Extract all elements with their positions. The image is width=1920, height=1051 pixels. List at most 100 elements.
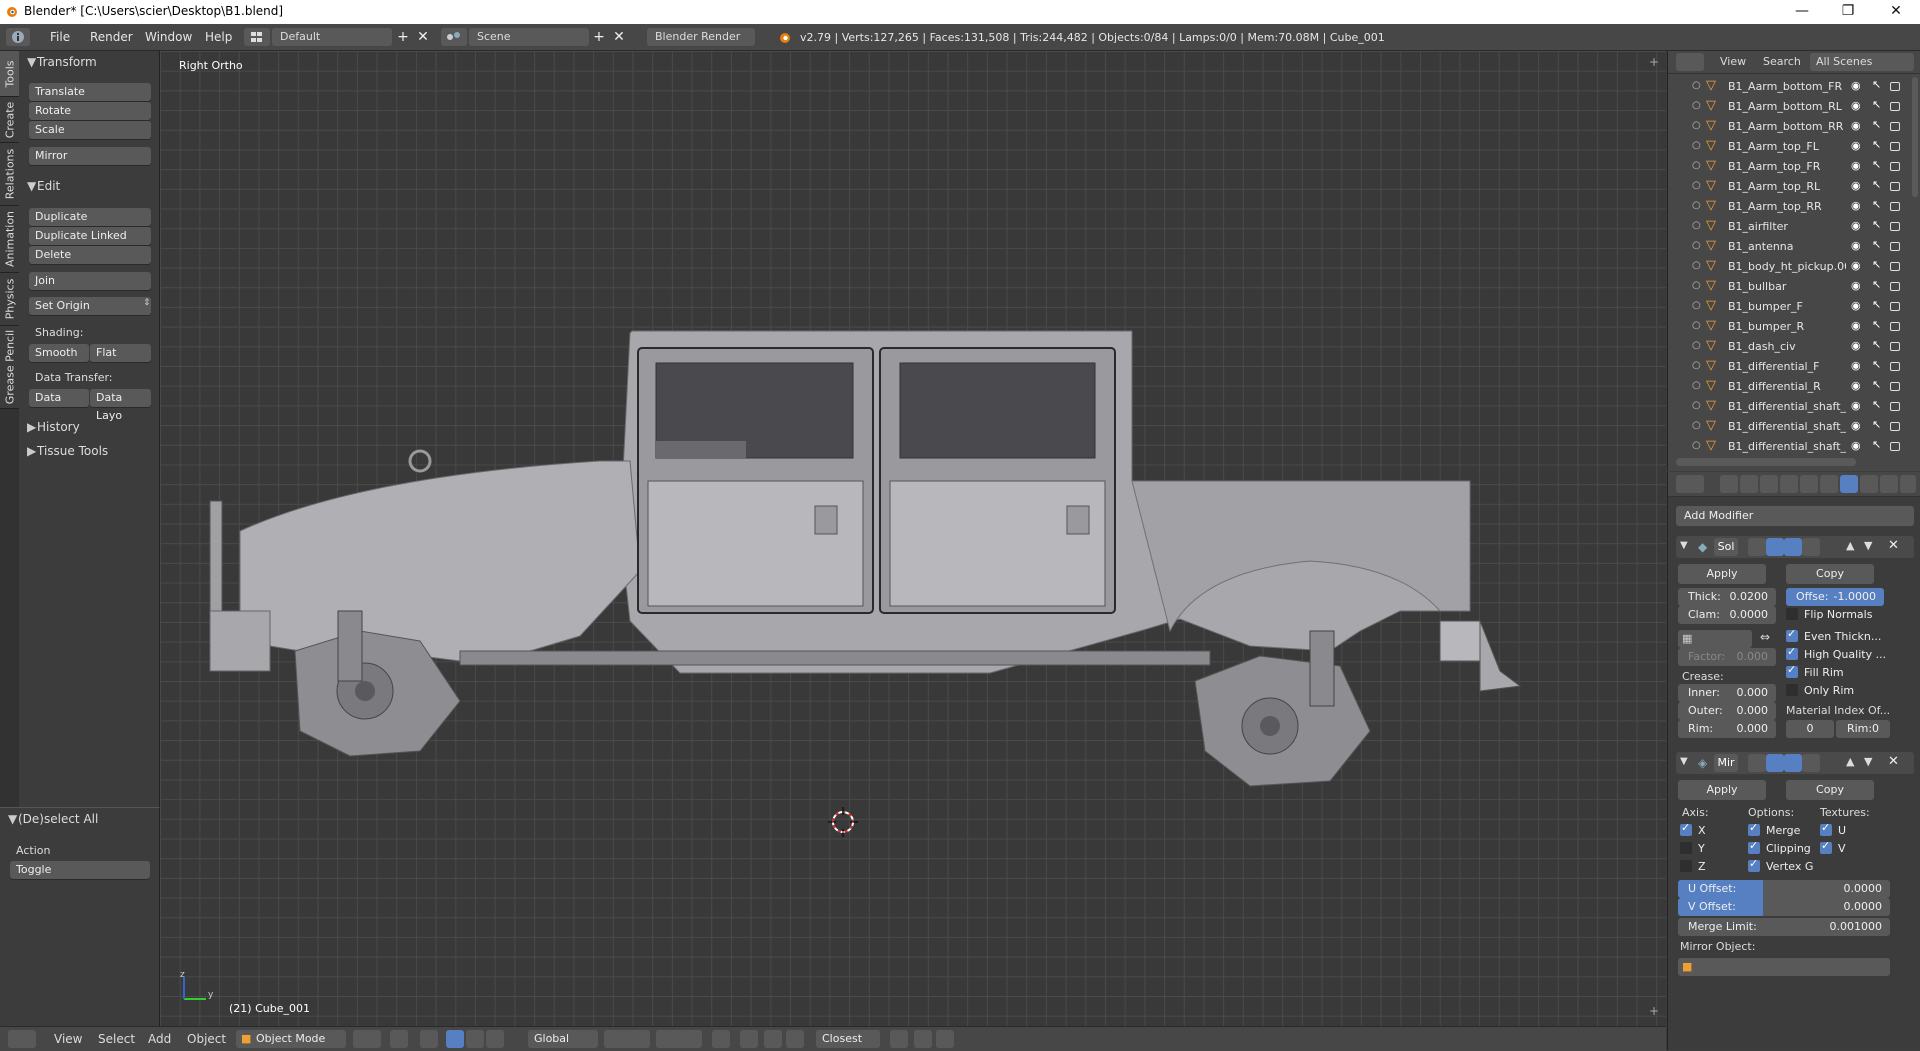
axis-x-checkbox[interactable]: X — [1680, 821, 1706, 837]
area-split-corner-icon-bottom[interactable]: + — [1649, 1004, 1659, 1018]
renderability-camera-icon[interactable] — [1890, 342, 1900, 351]
flip-normals-checkbox[interactable]: Flip Normals — [1786, 608, 1872, 621]
constraints-tab-icon[interactable] — [1820, 475, 1838, 493]
outliner-item[interactable]: ○ ▽ B1_differential_F ◉ ↖ — [1668, 357, 1908, 377]
renderability-camera-icon[interactable] — [1890, 262, 1900, 271]
outliner-item[interactable]: ○ ▽ B1_dash_civ ◉ ↖ — [1668, 337, 1908, 357]
data-tab-icon[interactable] — [1860, 475, 1878, 493]
data-layout-button[interactable]: Data Layo — [90, 389, 151, 422]
material-tab-icon[interactable] — [1880, 475, 1898, 493]
editor-type-properties-icon[interactable] — [1676, 475, 1704, 493]
thickness-field[interactable]: Thick: 0.0200 — [1678, 588, 1776, 606]
outliner-item[interactable]: ○ ▽ B1_bullbar ◉ ↖ — [1668, 277, 1908, 297]
renderability-camera-icon[interactable] — [1890, 122, 1900, 131]
tissue-tools-panel-header[interactable]: ▶Tissue Tools — [27, 444, 108, 458]
outliner-vscrollbar[interactable] — [1912, 77, 1918, 197]
outliner-hscrollbar[interactable] — [1676, 458, 1856, 466]
move-down-icon[interactable]: ▼ — [1864, 539, 1872, 552]
show-viewport-icon[interactable] — [1766, 538, 1784, 556]
offset-field[interactable]: Offse: -1.0000 — [1786, 588, 1884, 606]
selectability-cursor-icon[interactable]: ↖ — [1872, 178, 1881, 191]
invert-vertex-group-icon[interactable]: ⇔ — [1760, 630, 1770, 644]
visibility-eye-icon[interactable]: ◉ — [1851, 179, 1861, 192]
minimize-button[interactable]: — — [1780, 0, 1824, 24]
visibility-eye-icon[interactable]: ◉ — [1851, 139, 1861, 152]
outliner-item[interactable]: ○ ▽ B1_Aarm_top_FR ◉ ↖ — [1668, 157, 1908, 177]
crease-rim-field[interactable]: Rim: 0.000 — [1678, 720, 1776, 738]
crease-outer-field[interactable]: Outer: 0.000 — [1678, 702, 1776, 720]
interaction-mode-select[interactable]: Object Mode — [236, 1030, 346, 1048]
visibility-eye-icon[interactable]: ◉ — [1851, 379, 1861, 392]
selectability-cursor-icon[interactable]: ↖ — [1872, 98, 1881, 111]
tab-physics[interactable]: Physics — [0, 273, 19, 326]
object-tab-icon[interactable] — [1800, 475, 1818, 493]
visibility-eye-icon[interactable]: ◉ — [1851, 339, 1861, 352]
action-select[interactable]: Toggle — [10, 861, 150, 879]
fill-rim-checkbox[interactable]: Fill Rim — [1786, 663, 1844, 679]
outliner-item[interactable]: ○ ▽ B1_Aarm_bottom_FR ◉ ↖ — [1668, 77, 1908, 97]
render-animation-icon[interactable] — [914, 1030, 932, 1048]
show-render-icon[interactable] — [1784, 754, 1802, 772]
tab-animation[interactable]: Animation — [0, 206, 19, 273]
renderability-camera-icon[interactable] — [1890, 182, 1900, 191]
renderability-camera-icon[interactable] — [1890, 302, 1900, 311]
selectability-cursor-icon[interactable]: ↖ — [1872, 238, 1881, 251]
outliner-item[interactable]: ○ ▽ B1_Aarm_top_RL ◉ ↖ — [1668, 177, 1908, 197]
selectability-cursor-icon[interactable]: ↖ — [1872, 258, 1881, 271]
outliner-item[interactable]: ○ ▽ B1_bumper_F ◉ ↖ — [1668, 297, 1908, 317]
merge-limit-field[interactable]: Merge Limit: 0.001000 — [1678, 918, 1890, 936]
renderability-camera-icon[interactable] — [1890, 322, 1900, 331]
rotate-manipulator-icon[interactable] — [466, 1030, 484, 1048]
selectability-cursor-icon[interactable]: ↖ — [1872, 358, 1881, 371]
selectability-cursor-icon[interactable]: ↖ — [1872, 278, 1881, 291]
renderability-camera-icon[interactable] — [1890, 282, 1900, 291]
renderability-camera-icon[interactable] — [1890, 102, 1900, 111]
scale-manipulator-icon[interactable] — [486, 1030, 504, 1048]
visibility-eye-icon[interactable]: ◉ — [1851, 279, 1861, 292]
mirror-apply-button[interactable]: Apply — [1678, 780, 1766, 800]
outliner-item[interactable]: ○ ▽ B1_differential_shaft_Fl ◉ ↖ — [1668, 417, 1908, 437]
outliner-item[interactable]: ○ ▽ B1_bumper_R ◉ ↖ — [1668, 317, 1908, 337]
menu-render[interactable]: Render — [90, 30, 133, 44]
opengl-render-icon[interactable] — [936, 1030, 954, 1048]
visibility-eye-icon[interactable]: ◉ — [1851, 119, 1861, 132]
snap-target-select[interactable]: Closest — [816, 1030, 880, 1048]
tab-tools[interactable]: Tools — [0, 51, 19, 97]
deselect-all-panel-header[interactable]: ▼(De)select All — [8, 812, 98, 826]
renderability-camera-icon[interactable] — [1890, 402, 1900, 411]
only-rim-checkbox[interactable]: Only Rim — [1786, 684, 1854, 697]
transform-panel-header[interactable]: ▼Transform — [27, 55, 97, 69]
factor-field[interactable]: Factor: 0.000 — [1678, 648, 1776, 666]
snap-element-icon[interactable] — [786, 1030, 804, 1048]
data-button[interactable]: Data — [29, 389, 89, 407]
scene-tab-icon[interactable] — [1760, 475, 1778, 493]
remove-modifier-icon[interactable]: ✕ — [1888, 754, 1899, 769]
renderability-camera-icon[interactable] — [1890, 242, 1900, 251]
set-origin-button[interactable]: Set Origin — [29, 297, 151, 315]
scale-button[interactable]: Scale — [29, 121, 151, 139]
edit-cage-icon[interactable] — [1748, 754, 1766, 772]
show-viewport-icon[interactable] — [1766, 754, 1784, 772]
visibility-eye-icon[interactable]: ◉ — [1851, 219, 1861, 232]
vertex-groups-checkbox[interactable]: Vertex G — [1748, 857, 1813, 873]
move-up-icon[interactable]: ▲ — [1846, 539, 1854, 552]
renderability-camera-icon[interactable] — [1890, 422, 1900, 431]
renderability-camera-icon[interactable] — [1890, 442, 1900, 451]
rotate-button[interactable]: Rotate — [29, 102, 151, 120]
world-tab-icon[interactable] — [1780, 475, 1798, 493]
outliner-item[interactable]: ○ ▽ B1_Aarm_top_FL ◉ ↖ — [1668, 137, 1908, 157]
renderability-camera-icon[interactable] — [1890, 362, 1900, 371]
v-offset-field[interactable]: V Offset: 0.0000 — [1678, 898, 1890, 916]
selectability-cursor-icon[interactable]: ↖ — [1872, 118, 1881, 131]
selectability-cursor-icon[interactable]: ↖ — [1872, 398, 1881, 411]
mirror-modifier-header[interactable]: ▼ ◈ Mir ▲ ▼ ✕ — [1676, 752, 1914, 774]
selectability-cursor-icon[interactable]: ↖ — [1872, 158, 1881, 171]
menu-object[interactable]: Object — [187, 1032, 226, 1046]
selectability-cursor-icon[interactable]: ↖ — [1872, 78, 1881, 91]
menu-add[interactable]: Add — [148, 1032, 171, 1046]
translate-manipulator-icon[interactable] — [446, 1030, 464, 1048]
edit-panel-header[interactable]: ▼Edit — [27, 179, 60, 193]
close-window-button[interactable]: ✕ — [1874, 0, 1918, 24]
menu-window[interactable]: Window — [145, 30, 192, 44]
clipping-checkbox[interactable]: Clipping — [1748, 839, 1811, 855]
